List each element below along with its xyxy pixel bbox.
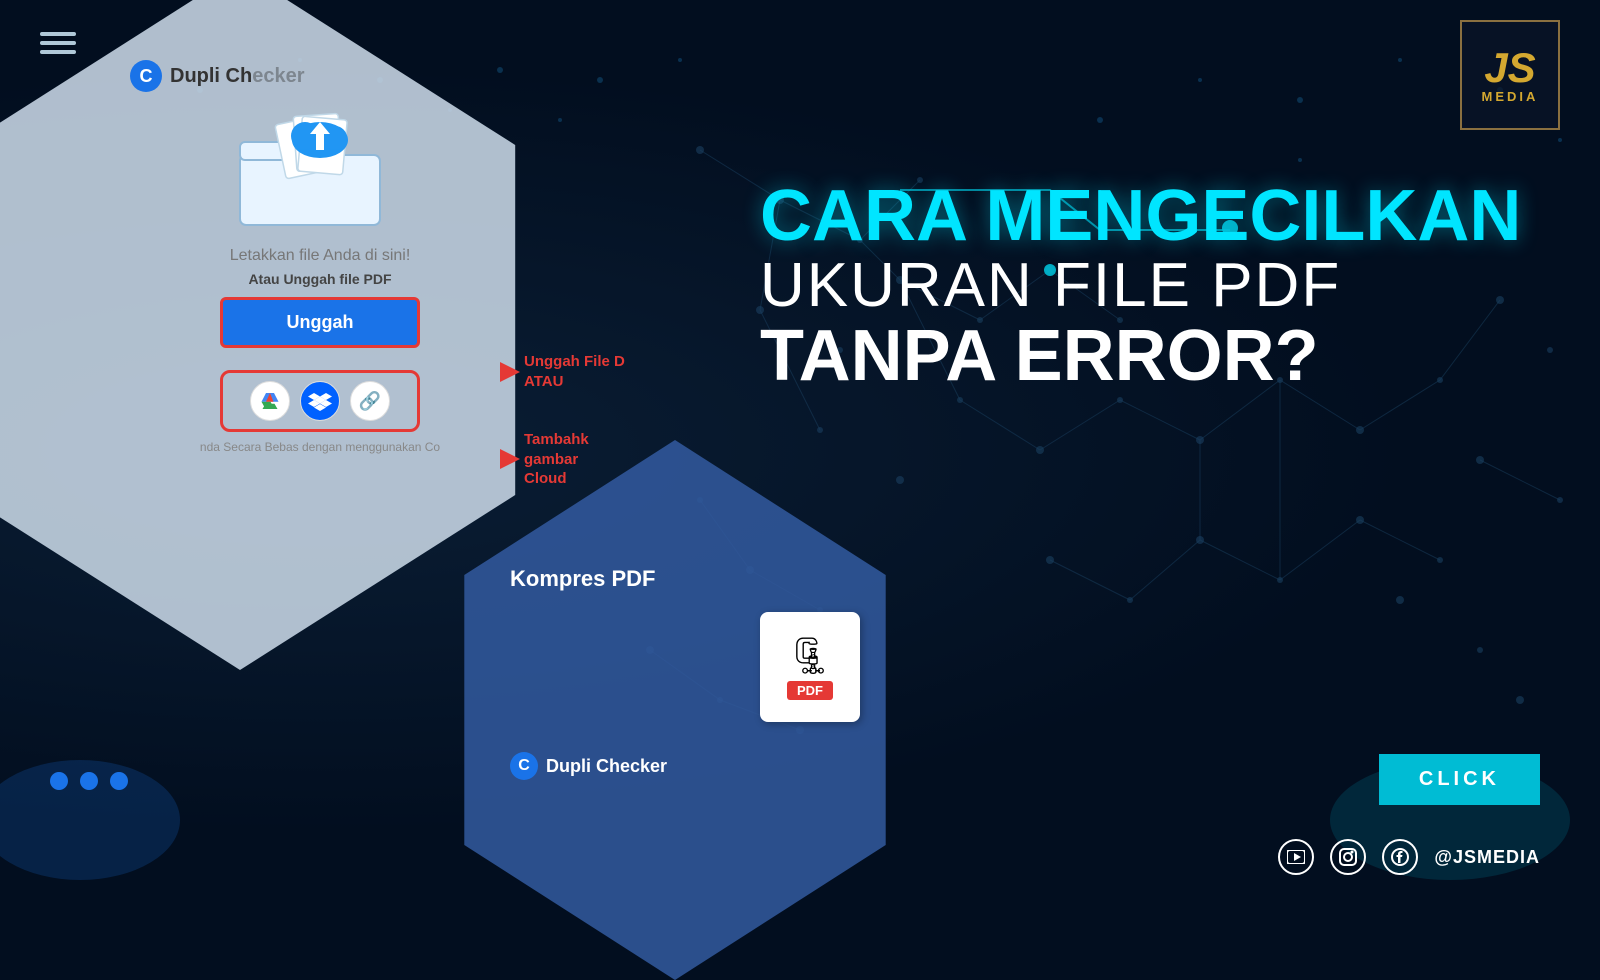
page-content: JS MEDIA C Dupli Checker: [0, 0, 1600, 900]
cloud-icons-row: 🔗: [220, 370, 420, 432]
social-bar: @JSMEDIA: [1278, 839, 1540, 875]
facebook-icon[interactable]: [1382, 839, 1418, 875]
dot-2: [80, 772, 98, 790]
kompres-label: Kompres PDF: [510, 566, 860, 592]
instagram-icon[interactable]: [1330, 839, 1366, 875]
bottom-hex-content: Kompres PDF 🗜 PDF C Dupli Checker: [510, 566, 860, 780]
main-title-block: CARA MENGECILKAN UKURAN FILE PDF TANPA E…: [760, 180, 1540, 392]
pdf-file-icon: 🗜 PDF: [760, 612, 860, 722]
arrow-cloud: Tambahk gambar Cloud: [450, 430, 589, 489]
logo-subtitle: MEDIA: [1482, 89, 1539, 104]
dupli-checker-bottom-text: Dupli Checker: [546, 756, 667, 777]
red-arrow-1: [450, 357, 520, 387]
zip-icon: 🗜: [787, 635, 833, 677]
upload-svg: [220, 100, 420, 230]
dupli-c-bottom: C: [510, 752, 538, 780]
upload-label: Atau Unggah file PDF: [110, 271, 530, 287]
title-line-1: CARA MENGECILKAN: [760, 180, 1540, 252]
dropbox-icon[interactable]: [300, 381, 340, 421]
annotation-upload: Unggah File D ATAU: [524, 352, 625, 391]
dupli-c-icon: C: [130, 60, 162, 92]
red-arrow-2: [450, 444, 520, 474]
dot-1: [50, 772, 68, 790]
upload-button[interactable]: Unggah: [220, 297, 420, 348]
dupli-checker-bottom: C Dupli Checker: [510, 752, 860, 780]
dupli-checker-text: Dupli Checker: [170, 65, 305, 88]
upload-illustration: [110, 100, 530, 235]
youtube-icon[interactable]: [1278, 839, 1314, 875]
pdf-icon-wrapper: 🗜 PDF: [510, 612, 860, 722]
pdf-badge: PDF: [787, 681, 833, 700]
dot-3: [110, 772, 128, 790]
title-line-3: TANPA ERROR?: [760, 320, 1540, 392]
annotation-cloud: Tambahk gambar Cloud: [524, 430, 589, 489]
social-handle: @JSMEDIA: [1434, 847, 1540, 868]
arrow-upload: Unggah File D ATAU: [450, 352, 625, 391]
logo-initials: JS: [1484, 47, 1535, 89]
link-icon[interactable]: 🔗: [350, 381, 390, 421]
dupli-checker-logo: C Dupli Checker: [110, 60, 530, 92]
left-panel-content: C Dupli Checker Letakkan file Anda di: [110, 60, 530, 454]
title-line-2: UKURAN FILE PDF: [760, 252, 1540, 320]
click-button[interactable]: CLiCK: [1379, 754, 1540, 805]
drop-text: Letakkan file Anda di sini!: [110, 247, 530, 265]
brand-logo: JS MEDIA: [1460, 20, 1560, 130]
pagination-dots: [50, 772, 128, 790]
upload-button-wrapper: Unggah: [110, 297, 530, 360]
google-drive-icon[interactable]: [250, 381, 290, 421]
